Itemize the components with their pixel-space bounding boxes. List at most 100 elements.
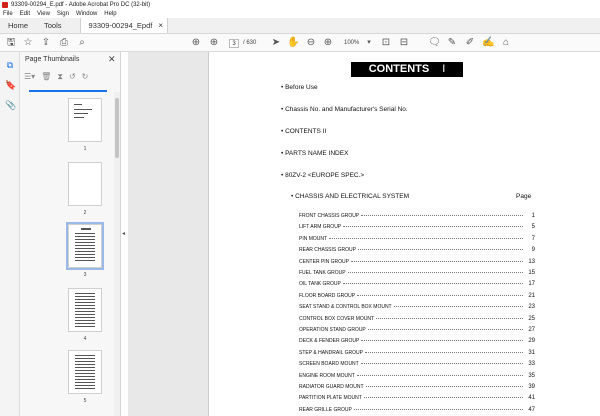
toc-entry-name: OIL TANK GROUP (299, 281, 341, 288)
toc-row[interactable]: FUEL TANK GROUP 15 (299, 270, 535, 281)
search-icon[interactable]: ⌕ (76, 37, 88, 49)
toc-bullet[interactable]: • Chassis No. and Manufacturer's Serial … (281, 106, 408, 113)
toc-entry-page: 17 (528, 281, 535, 288)
toc-row[interactable]: CENTER PIN GROUP 13 (299, 259, 535, 270)
toc-row[interactable]: SCREEN BOARD MOUNT 33 (299, 361, 535, 372)
thumbnail-image (68, 162, 102, 206)
rotate-ccw-icon[interactable]: ↺ (69, 72, 76, 84)
toc-row[interactable]: PIN MOUNT 7 (299, 236, 535, 247)
toc-row[interactable]: STEP & HANDRAIL GROUP 31 (299, 350, 535, 361)
toc-entry-name: RADIATOR GUARD MOUNT (299, 384, 364, 390)
thumbnail-image (68, 350, 102, 394)
scrollbar-thumb[interactable] (115, 98, 119, 158)
toc-entry-name: FLOOR BOARD GROUP (299, 292, 356, 299)
toc-entry-page: 15 (528, 270, 535, 276)
toc-row[interactable]: OIL TANK GROUP 17 (299, 281, 535, 292)
upload-icon[interactable]: ⇪ (40, 37, 52, 49)
toc-entry-page: 23 (528, 304, 535, 311)
menu-sign[interactable]: Sign (57, 11, 69, 17)
toc-row[interactable]: REAR CHASSIS GROUP 9 (299, 247, 535, 258)
next-page-icon[interactable]: ⊕ (208, 37, 220, 49)
thumbnail-page-4[interactable]: 4 (68, 288, 102, 342)
document-viewer: CONTENTS I • Before Use • Chassis No. an… (128, 52, 600, 416)
toc-leader-dots (361, 340, 523, 342)
toc-entry-page: 39 (528, 384, 535, 390)
contents-heading: CONTENTS I (351, 62, 463, 77)
menu-edit[interactable]: Edit (20, 11, 30, 17)
options-menu-icon[interactable]: ☰▾ (24, 72, 35, 84)
toc-bullet[interactable]: • 80ZV-2 <EUROPE SPEC.> (281, 172, 364, 179)
zoom-dropdown-icon[interactable]: ▾ (364, 37, 374, 49)
toc-row[interactable]: FLOOR BOARD GROUP 21 (299, 293, 535, 304)
toolbar: 🖫 ☆ ⇪ ⎙ ⌕ ⊕ ⊕ 3 / 630 ➤ ✋ ⊖ ⊕ 100% ▾ ⊡ ⊟… (0, 34, 600, 52)
toc-row[interactable]: PARTITION PLATE MOUNT 41 (299, 395, 535, 406)
save-icon[interactable]: 🖫 (5, 37, 17, 49)
thumbnail-number: 3 (83, 272, 87, 278)
toc-bullet[interactable]: • CONTENTS II (281, 128, 326, 135)
thumbnail-scrollbar[interactable] (114, 92, 120, 416)
toc-row[interactable]: DECK & FENDER GROUP 29 (299, 338, 535, 349)
thumbnail-page-5[interactable]: 5 (68, 350, 102, 404)
close-tab-icon[interactable]: × (158, 21, 163, 30)
toc-row[interactable]: RADIATOR GUARD MOUNT 39 (299, 384, 535, 395)
toc-row[interactable]: SEAT STAND & CONTROL BOX MOUNT 23 (299, 304, 535, 315)
thumbnail-number: 1 (83, 146, 87, 152)
insert-page-icon[interactable]: ⧗ (57, 72, 63, 84)
hand-tool-icon[interactable]: ✋ (287, 37, 299, 49)
thumbnail-image (68, 288, 102, 332)
text-cursor: I (442, 63, 446, 75)
previous-page-icon[interactable]: ⊕ (190, 37, 202, 49)
toc-row[interactable]: CONTROL BOX COVER MOUNT 25 (299, 316, 535, 327)
bookmark-star-icon[interactable]: ☆ (22, 37, 34, 49)
page-number-input[interactable]: 3 (229, 39, 239, 48)
toc-leader-dots (365, 386, 523, 387)
thumbnail-number: 5 (83, 398, 87, 404)
attachments-icon[interactable]: 📎 (5, 100, 16, 110)
zoom-out-icon[interactable]: ⊖ (305, 37, 317, 49)
draw-icon[interactable]: ✐ (464, 37, 476, 49)
menu-view[interactable]: View (37, 11, 50, 17)
toc-row[interactable]: REAR GRILLE GROUP 47 (299, 407, 535, 416)
scroll-mode-icon[interactable]: ⊟ (398, 37, 410, 49)
fit-page-icon[interactable]: ⊡ (380, 37, 392, 49)
close-panel-icon[interactable]: ✕ (108, 54, 116, 65)
rotate-cw-icon[interactable]: ↻ (82, 72, 89, 84)
tab-tools[interactable]: Tools (36, 18, 70, 33)
tag-icon[interactable]: ⌂ (500, 37, 512, 49)
toc-row[interactable]: ENGINE ROOM MOUNT 35 (299, 373, 535, 384)
toc-entry-name: ENGINE ROOM MOUNT (299, 372, 355, 379)
tab-home[interactable]: Home (0, 18, 36, 33)
thumbnail-image (66, 222, 104, 270)
toc-bullet[interactable]: • Before Use (281, 84, 318, 91)
menu-file[interactable]: File (3, 11, 13, 17)
toc-leader-dots (367, 329, 523, 330)
thumbnail-page-3[interactable]: 3 (66, 222, 104, 278)
bookmarks-icon[interactable]: 🔖 (5, 80, 16, 90)
toc-leader-dots (364, 351, 523, 353)
collapse-panel-icon[interactable]: ◂ (122, 230, 125, 237)
toc-entry-name: SCREEN BOARD MOUNT (299, 361, 359, 368)
tab-document[interactable]: 93309-00294_Epdf × (79, 18, 169, 33)
print-icon[interactable]: ⎙ (58, 37, 70, 49)
toc-entry-page: 31 (528, 349, 535, 356)
delete-page-icon[interactable]: 🗑 (41, 72, 51, 84)
zoom-level[interactable]: 100% (344, 39, 359, 48)
zoom-in-icon[interactable]: ⊕ (322, 37, 334, 49)
left-navigation-rail: ⧉ 🔖 📎 (0, 52, 20, 416)
toc-row[interactable]: FRONT CHASSIS GROUP 1 (299, 213, 535, 224)
page-thumbnails-icon[interactable]: ⧉ (5, 60, 15, 70)
thumbnail-page-1[interactable]: 1 (68, 98, 102, 152)
fill-sign-icon[interactable]: ✍ (482, 37, 494, 49)
toc-leader-dots (342, 283, 523, 285)
highlight-pen-icon[interactable]: ✎ (446, 37, 458, 49)
thumbnail-image (68, 98, 102, 142)
select-cursor-icon[interactable]: ➤ (270, 37, 282, 49)
menu-window[interactable]: Window (76, 11, 97, 17)
thumbnail-page-2[interactable]: 2 (68, 162, 102, 216)
toc-row[interactable]: LIFT ARM GROUP 5 (299, 224, 535, 235)
toc-row[interactable]: OPERATION STAND GROUP 27 (299, 327, 535, 338)
toc-bullet[interactable]: • PARTS NAME INDEX (281, 150, 348, 157)
menu-help[interactable]: Help (104, 11, 116, 17)
comment-icon[interactable]: 🗨 (428, 37, 441, 49)
page-total: / 630 (243, 40, 257, 46)
